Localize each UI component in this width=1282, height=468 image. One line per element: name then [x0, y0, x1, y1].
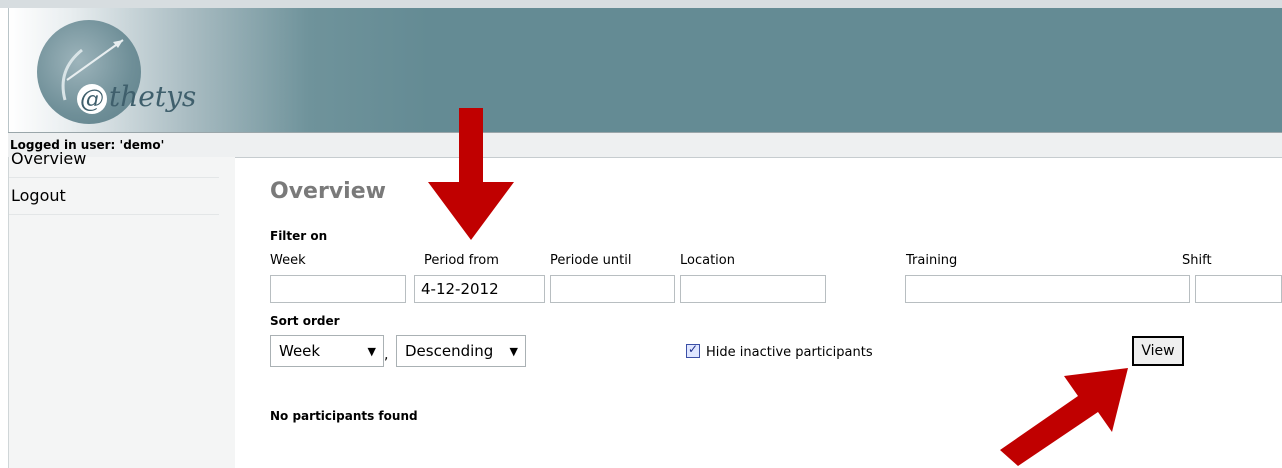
chevron-down-icon: ▼	[367, 345, 376, 358]
period-from-field[interactable]: 4-12-2012	[414, 275, 545, 303]
sort-direction-select[interactable]: Descending ▼	[396, 335, 526, 367]
annotation-arrow-down	[428, 108, 514, 240]
logo-at-symbol: @	[77, 83, 107, 114]
period-until-field[interactable]	[550, 275, 675, 303]
sort-separator: ,	[384, 347, 389, 363]
location-label: Location	[680, 253, 735, 268]
sort-direction-value: Descending	[405, 342, 494, 360]
sidebar-item-logout[interactable]: Logout	[9, 178, 219, 215]
period-until-label: Periode until	[550, 253, 632, 268]
logo-text: @ thetys	[77, 80, 196, 114]
logo-wordmark: thetys	[109, 80, 197, 113]
sidebar-item-overview[interactable]: Overview	[9, 141, 219, 178]
filter-title: Filter on	[270, 229, 328, 243]
week-label: Week	[270, 253, 306, 268]
chevron-down-icon: ▼	[509, 345, 518, 358]
sort-order-title: Sort order	[270, 314, 340, 328]
app-header: @ thetys	[8, 8, 1282, 132]
result-message: No participants found	[270, 409, 418, 423]
training-field[interactable]	[905, 275, 1190, 303]
sort-field-select[interactable]: Week ▼	[270, 335, 384, 367]
shift-field[interactable]	[1195, 275, 1282, 303]
sidebar: Overview Logout	[8, 149, 235, 468]
hide-inactive-checkbox[interactable]	[686, 342, 700, 358]
period-from-label: Period from	[424, 253, 499, 268]
top-border	[0, 0, 1282, 8]
page-title: Overview	[270, 179, 386, 204]
hide-inactive-label: Hide inactive participants	[706, 345, 873, 360]
week-field[interactable]	[270, 275, 406, 303]
view-button[interactable]: View	[1132, 336, 1184, 366]
training-label: Training	[906, 253, 958, 268]
sort-field-value: Week	[279, 342, 321, 360]
annotation-arrow-diagonal	[1000, 368, 1128, 466]
location-field[interactable]	[680, 275, 826, 303]
shift-label: Shift	[1182, 253, 1212, 268]
